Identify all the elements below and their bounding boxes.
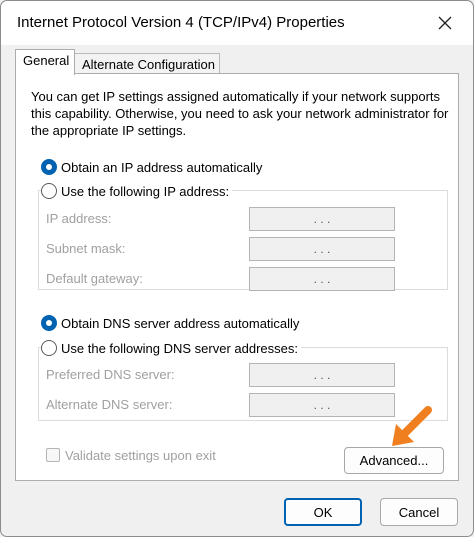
radio-unselected-icon	[41, 340, 57, 356]
description-text: You can get IP settings assigned automat…	[31, 89, 449, 138]
tab-alternate-configuration[interactable]: Alternate Configuration	[74, 53, 220, 75]
ip-address-input[interactable]: . . .	[249, 207, 395, 231]
ipv4-properties-dialog: Internet Protocol Version 4 (TCP/IPv4) P…	[0, 0, 474, 537]
ip-address-value: . . .	[313, 212, 331, 226]
default-gateway-value: . . .	[313, 272, 331, 286]
ip-address-label: IP address:	[46, 211, 112, 226]
subnet-mask-label: Subnet mask:	[46, 241, 126, 256]
use-following-dns-label: Use the following DNS server addresses:	[61, 340, 298, 356]
pointer-arrow-icon	[392, 406, 432, 446]
validate-settings-label: Validate settings upon exit	[65, 447, 216, 463]
alternate-dns-label: Alternate DNS server:	[46, 397, 173, 412]
obtain-dns-auto-label: Obtain DNS server address automatically	[61, 315, 300, 331]
preferred-dns-value: . . .	[313, 368, 331, 382]
alternate-dns-value: . . .	[313, 398, 331, 412]
radio-selected-icon	[41, 159, 57, 175]
use-following-ip-radio[interactable]: Use the following IP address:	[41, 182, 233, 200]
window-title: Internet Protocol Version 4 (TCP/IPv4) P…	[17, 14, 345, 31]
title-bar: Internet Protocol Version 4 (TCP/IPv4) P…	[1, 1, 473, 45]
checkbox-icon	[46, 448, 60, 462]
cancel-button[interactable]: Cancel	[380, 498, 458, 526]
use-following-dns-radio[interactable]: Use the following DNS server addresses:	[41, 339, 301, 357]
obtain-ip-auto-label: Obtain an IP address automatically	[61, 159, 263, 175]
advanced-button[interactable]: Advanced...	[344, 447, 444, 474]
obtain-ip-auto-radio[interactable]: Obtain an IP address automatically	[41, 158, 262, 176]
alternate-dns-input[interactable]: . . .	[249, 393, 395, 417]
subnet-mask-input[interactable]: . . .	[249, 237, 395, 261]
preferred-dns-label: Preferred DNS server:	[46, 367, 175, 382]
preferred-dns-input[interactable]: . . .	[249, 363, 395, 387]
obtain-dns-auto-radio[interactable]: Obtain DNS server address automatically	[41, 314, 299, 332]
radio-unselected-icon	[41, 183, 57, 199]
use-following-ip-label: Use the following IP address:	[61, 183, 230, 199]
radio-selected-icon	[41, 315, 57, 331]
default-gateway-label: Default gateway:	[46, 271, 143, 286]
default-gateway-input[interactable]: . . .	[249, 267, 395, 291]
validate-settings-checkbox[interactable]: Validate settings upon exit	[46, 446, 216, 464]
tab-general[interactable]: General	[15, 49, 75, 75]
close-icon	[438, 16, 452, 30]
subnet-mask-value: . . .	[313, 242, 331, 256]
ok-button[interactable]: OK	[284, 498, 362, 526]
general-tab-panel: You can get IP settings assigned automat…	[15, 73, 459, 481]
close-button[interactable]	[433, 11, 457, 35]
